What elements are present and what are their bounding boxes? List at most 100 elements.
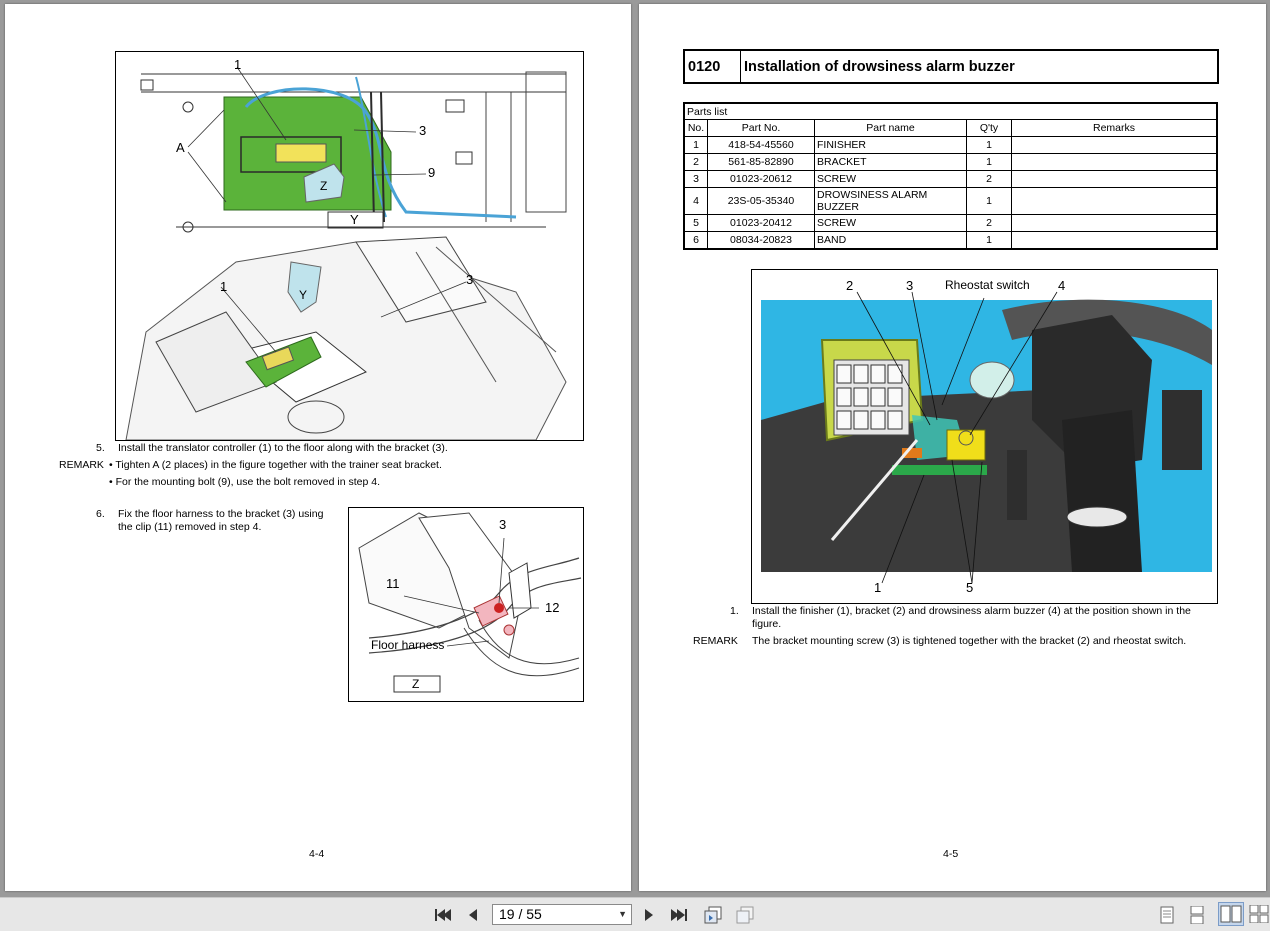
cell-remarks <box>1011 136 1218 154</box>
callout-1-top: 1 <box>234 57 242 72</box>
label-y-bottom: Y <box>299 288 308 302</box>
header-part-no: Part No. <box>707 119 815 137</box>
first-page-icon[interactable] <box>432 905 454 925</box>
label-z-small: Z <box>412 677 420 691</box>
step-1-text: Install the finisher (1), bracket (2) an… <box>752 605 1191 630</box>
cell-part-name: FINISHER <box>814 136 967 154</box>
continuous-view-icon[interactable] <box>1186 905 1208 925</box>
header-qty: Q'ty <box>966 119 1012 137</box>
section-code: 0120 <box>685 51 741 82</box>
page-4-5: 0120 Installation of drowsiness alarm bu… <box>639 4 1266 891</box>
table-row: 3 01023-20612 SCREW 2 <box>683 170 1218 188</box>
table-row: 6 08034-20823 BAND 1 <box>683 231 1218 250</box>
header-remarks: Remarks <box>1011 119 1218 137</box>
cell-no: 3 <box>683 170 708 188</box>
cell-part-no: 01023-20412 <box>707 214 815 232</box>
floor-harness-figure: 3 11 12 Floor harness Z <box>348 507 584 702</box>
step-5-text: Install the translator controller (1) to… <box>118 442 448 454</box>
document-viewport[interactable]: 1 3 9 A Z Y 1 3 Y 5. Install the transla… <box>0 0 1270 897</box>
cell-part-name: SCREW <box>814 170 967 188</box>
parts-list-caption: Parts list <box>683 102 1218 120</box>
cell-qty: 1 <box>966 153 1012 171</box>
table-row: 1 418-54-45560 FINISHER 1 <box>683 136 1218 154</box>
cell-remarks <box>1011 153 1218 171</box>
table-header-row: No. Part No. Part name Q'ty Remarks <box>683 119 1218 137</box>
cell-part-no: 08034-20823 <box>707 231 815 250</box>
cell-remarks <box>1011 214 1218 232</box>
step-1-number: 1. <box>730 605 739 617</box>
cell-no: 4 <box>683 187 708 215</box>
cell-part-no: 23S-05-35340 <box>707 187 815 215</box>
two-page-view-icon[interactable] <box>1218 902 1244 926</box>
two-page-continuous-view-icon[interactable] <box>1248 902 1270 926</box>
installation-figure: 1 3 9 A Z Y 1 3 Y <box>115 51 584 441</box>
cell-qty: 2 <box>966 214 1012 232</box>
page-number-left: 4-4 <box>309 848 325 860</box>
step-6-number: 6. <box>96 508 105 520</box>
page-number-input[interactable]: 19 / 55 ▼ <box>492 904 632 925</box>
parts-list-table: Parts list No. Part No. Part name Q'ty R… <box>683 102 1218 250</box>
cell-remarks <box>1011 170 1218 188</box>
remark-bullet-1: • Tighten A (2 places) in the figure tog… <box>109 459 442 471</box>
navigation-toolbar <box>0 897 1270 931</box>
callout-1-bottom: 1 <box>220 279 228 294</box>
photo-callout-4: 4 <box>1058 278 1066 293</box>
header-part-name: Part name <box>814 119 967 137</box>
page-number-right: 4-5 <box>943 848 959 860</box>
photo-callout-2: 2 <box>846 278 854 293</box>
single-page-view-icon[interactable] <box>1156 905 1178 925</box>
photo-callout-1: 1 <box>874 580 882 595</box>
page-number-value: 19 / 55 <box>499 906 542 922</box>
cell-part-no: 01023-20612 <box>707 170 815 188</box>
cell-part-no: 418-54-45560 <box>707 136 815 154</box>
photo-callout-3: 3 <box>906 278 914 293</box>
callout-11: 11 <box>386 576 400 591</box>
buzzer-installation-photo: 2 3 Rheostat switch 4 1 5 <box>751 269 1218 604</box>
section-title: Installation of drowsiness alarm buzzer <box>744 58 1015 75</box>
next-page-icon[interactable] <box>638 905 660 925</box>
callout-a: A <box>176 140 185 155</box>
callout-12: 12 <box>545 600 560 615</box>
section-title-box: 0120 Installation of drowsiness alarm bu… <box>683 49 1219 84</box>
callout-3-small: 3 <box>499 517 507 532</box>
print-pages-icon[interactable] <box>734 905 756 925</box>
cell-remarks <box>1011 231 1218 250</box>
cell-remarks <box>1011 187 1218 215</box>
page-4-4: 1 3 9 A Z Y 1 3 Y 5. Install the transla… <box>5 4 631 891</box>
photo-callout-5: 5 <box>966 580 974 595</box>
label-z-top: Z <box>320 179 328 193</box>
cell-qty: 1 <box>966 187 1012 215</box>
label-y-top: Y <box>350 212 359 227</box>
cell-qty: 1 <box>966 231 1012 250</box>
step-6-text: Fix the floor harness to the bracket (3)… <box>118 508 324 533</box>
table-row: 5 01023-20412 SCREW 2 <box>683 214 1218 232</box>
cell-qty: 2 <box>966 170 1012 188</box>
step-5-number: 5. <box>96 442 105 454</box>
remark-label-right: REMARK <box>693 635 738 647</box>
previous-page-icon[interactable] <box>462 905 484 925</box>
cell-no: 1 <box>683 136 708 154</box>
cell-no: 6 <box>683 231 708 250</box>
header-no: No. <box>683 119 708 137</box>
cell-part-name: BRACKET <box>814 153 967 171</box>
extract-pages-icon[interactable] <box>702 905 724 925</box>
callout-9: 9 <box>428 165 436 180</box>
cell-part-no: 561-85-82890 <box>707 153 815 171</box>
callout-3-bottom: 3 <box>466 272 474 287</box>
cell-part-name: BAND <box>814 231 967 250</box>
remark-bullet-2: • For the mounting bolt (9), use the bol… <box>109 476 380 488</box>
cell-part-name: SCREW <box>814 214 967 232</box>
chevron-down-icon[interactable]: ▼ <box>618 905 627 924</box>
cell-no: 5 <box>683 214 708 232</box>
rheostat-switch-label: Rheostat switch <box>945 278 1030 292</box>
last-page-icon[interactable] <box>668 905 690 925</box>
remark-text-right: The bracket mounting screw (3) is tighte… <box>752 635 1187 647</box>
table-row: 2 561-85-82890 BRACKET 1 <box>683 153 1218 171</box>
callout-3-top: 3 <box>419 123 427 138</box>
floor-harness-label: Floor harness <box>371 638 445 652</box>
remark-label-left: REMARK <box>59 459 104 471</box>
cell-no: 2 <box>683 153 708 171</box>
table-row: 4 23S-05-35340 DROWSINESS ALARM BUZZER 1 <box>683 187 1218 215</box>
cell-part-name: DROWSINESS ALARM BUZZER <box>814 187 967 215</box>
cell-qty: 1 <box>966 136 1012 154</box>
